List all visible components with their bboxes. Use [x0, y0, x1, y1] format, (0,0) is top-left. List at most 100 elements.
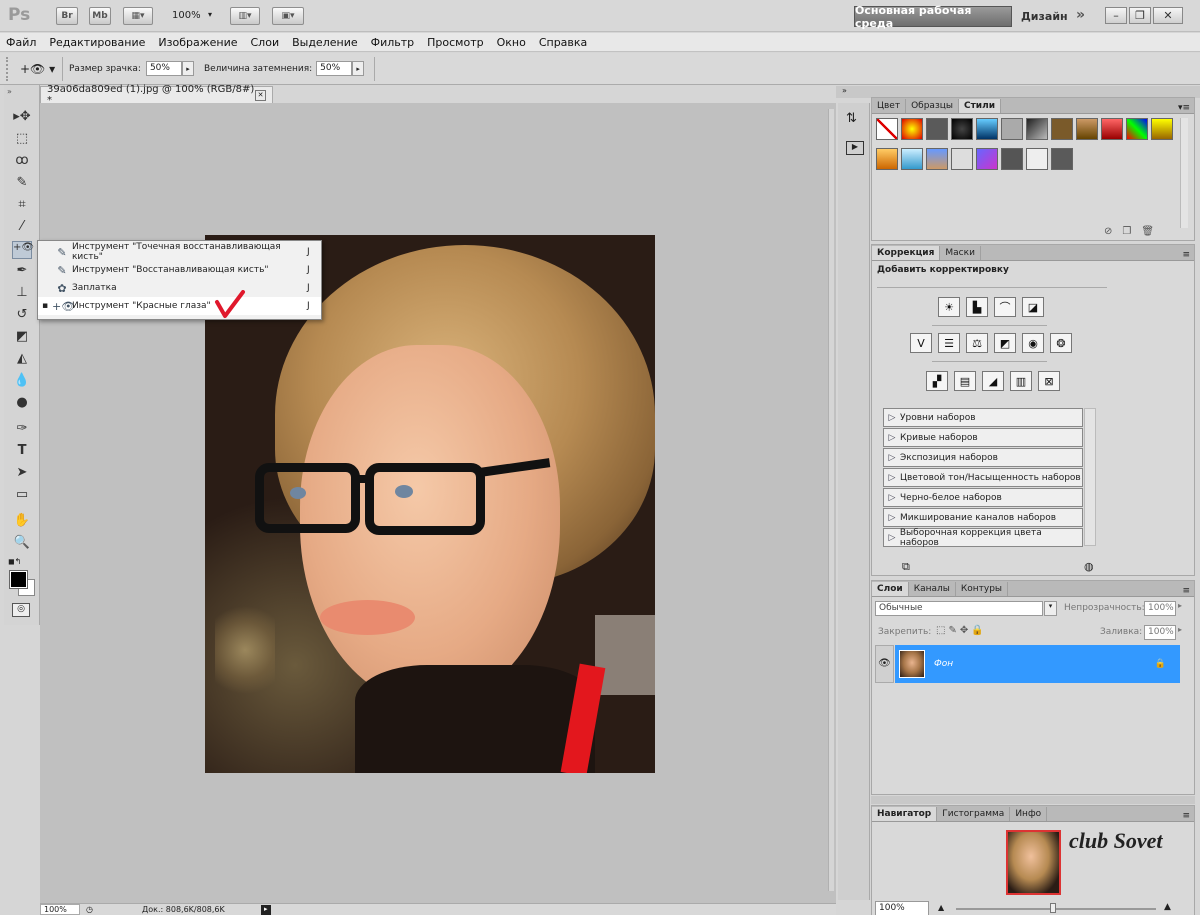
mini-bridge-button[interactable]: Mb [89, 7, 111, 25]
clone-stamp-tool-icon[interactable]: ⊥ [12, 285, 32, 303]
preset-curves[interactable]: ▷ Кривые наборов [883, 428, 1083, 447]
crop-tool-icon[interactable]: ⌗ [12, 197, 32, 215]
zoom-tool-icon[interactable]: 🔍 [12, 535, 32, 553]
flyout-item-red-eye[interactable]: ▪ +👁 Инструмент "Красные глаза" J [38, 297, 321, 315]
style-swatch[interactable] [951, 118, 973, 140]
presets-scrollbar[interactable] [1084, 408, 1096, 546]
eraser-tool-icon[interactable]: ◩ [12, 329, 32, 347]
zoom-dropdown-icon[interactable]: ▾ [208, 10, 212, 19]
preset-channel-mixer[interactable]: ▷ Микширование каналов наборов [883, 508, 1083, 527]
opacity-input[interactable]: 100% [1144, 601, 1176, 616]
style-swatch[interactable] [901, 147, 923, 170]
brightness-contrast-icon[interactable]: ☀ [938, 297, 960, 317]
channel-mixer-icon[interactable]: ❂ [1050, 333, 1072, 353]
tab-histogram[interactable]: Гистограмма [937, 807, 1011, 821]
curves-icon[interactable]: ⌒ [994, 297, 1016, 317]
tab-color[interactable]: Цвет [872, 99, 907, 113]
default-colors-icon[interactable]: ◼↰ [8, 557, 21, 566]
more-workspaces-button[interactable]: » [1076, 7, 1085, 23]
style-swatch[interactable] [1051, 147, 1073, 170]
menu-edit[interactable]: Редактирование [49, 36, 145, 49]
arrange-documents-button[interactable]: ▥▾ [230, 7, 260, 25]
tab-paths[interactable]: Контуры [956, 582, 1009, 596]
flyout-item-patch[interactable]: ✿ Заплатка J [38, 279, 321, 297]
tab-navigator[interactable]: Навигатор [872, 807, 938, 821]
adjustment-layers-icon[interactable]: ◍ [1084, 560, 1094, 573]
style-swatch[interactable] [1026, 147, 1048, 170]
style-swatch[interactable] [926, 147, 948, 170]
gradient-map-icon[interactable]: ▥ [1010, 371, 1032, 391]
blend-mode-select[interactable]: Обычные [875, 601, 1043, 616]
quick-mask-icon[interactable]: ◎ [12, 603, 30, 617]
pupil-size-input[interactable]: 50% [145, 61, 182, 76]
minimize-button[interactable]: – [1105, 7, 1127, 24]
adjustments-panel-menu-icon[interactable]: ≡ [1182, 250, 1194, 260]
zoom-out-icon[interactable]: ▲ [938, 903, 944, 912]
navigator-zoom-input[interactable]: 100% [875, 901, 929, 915]
lock-icons[interactable]: ⬚✎✥🔒 [936, 625, 987, 636]
blend-mode-dropdown-icon[interactable]: ▾ [1044, 601, 1057, 616]
style-swatch[interactable] [951, 147, 973, 170]
style-swatch[interactable] [1151, 118, 1173, 140]
style-swatch[interactable] [926, 118, 948, 140]
dodge-tool-icon[interactable]: ● [12, 395, 32, 413]
options-grip[interactable] [6, 56, 14, 81]
status-info-icon[interactable]: ◷ [86, 905, 98, 914]
preset-selective-color[interactable]: ▷ Выборочная коррекция цвета наборов [883, 528, 1083, 548]
close-document-icon[interactable]: ✕ [255, 89, 266, 101]
blur-tool-icon[interactable]: 💧 [12, 373, 32, 391]
zoom-level-menu[interactable]: 100% [172, 10, 201, 21]
screen-mode-button[interactable]: ▣▾ [272, 7, 304, 25]
tool-preset-picker[interactable]: +👁 ▾ [20, 62, 56, 76]
vibrance-icon[interactable]: V [910, 333, 932, 353]
eyedropper-tool-icon[interactable]: ⁄ [12, 219, 32, 237]
adjustment-clip-icon[interactable]: ⧉ [902, 560, 910, 574]
vertical-scrollbar[interactable] [828, 109, 834, 891]
exposure-icon[interactable]: ◪ [1022, 297, 1044, 317]
menu-help[interactable]: Справка [539, 36, 587, 49]
zoom-slider-track[interactable] [956, 908, 1156, 910]
styles-scrollbar[interactable] [1180, 118, 1188, 228]
rectangle-tool-icon[interactable]: ▭ [12, 487, 32, 505]
path-selection-tool-icon[interactable]: ➤ [12, 465, 32, 483]
restore-button[interactable]: ❐ [1129, 7, 1151, 24]
collapse-toolbox-icon[interactable]: » [7, 87, 12, 96]
threshold-icon[interactable]: ◢ [982, 371, 1004, 391]
move-tool-icon[interactable]: ▸✥ [12, 109, 32, 127]
preset-hue-saturation[interactable]: ▷ Цветовой тон/Насыщенность наборов [883, 468, 1083, 487]
style-swatch[interactable] [1001, 118, 1023, 140]
flyout-item-spot-healing[interactable]: ✎ Инструмент "Точечная восстанавливающая… [38, 242, 321, 262]
style-swatch[interactable] [1051, 118, 1073, 140]
color-balance-icon[interactable]: ⚖ [966, 333, 988, 353]
black-white-icon[interactable]: ◩ [994, 333, 1016, 353]
levels-icon[interactable]: ▙ [966, 297, 988, 317]
tab-adjustments[interactable]: Коррекция [872, 246, 941, 260]
tab-info[interactable]: Инфо [1010, 807, 1048, 821]
fill-arrow-icon[interactable]: ▸ [1178, 625, 1182, 634]
style-swatch[interactable] [1076, 118, 1098, 140]
style-swatch[interactable] [976, 118, 998, 140]
tab-swatches[interactable]: Образцы [906, 99, 959, 113]
lasso-tool-icon[interactable]: ꝏ [12, 153, 32, 171]
style-swatch[interactable] [876, 118, 898, 140]
bridge-button[interactable]: Br [56, 7, 78, 25]
invert-icon[interactable]: ▞ [926, 371, 948, 391]
tab-layers[interactable]: Слои [872, 582, 909, 596]
layers-panel-menu-icon[interactable]: ≡ [1182, 586, 1194, 596]
style-swatch[interactable] [1026, 118, 1048, 140]
paint-bucket-tool-icon[interactable]: ◭ [12, 351, 32, 369]
workspace-essentials-button[interactable]: Основная рабочая среда [854, 4, 1012, 30]
menu-window[interactable]: Окно [497, 36, 526, 49]
foreground-color-swatch[interactable] [9, 570, 28, 589]
hue-saturation-icon[interactable]: ☰ [938, 333, 960, 353]
tab-styles[interactable]: Стили [958, 99, 1001, 113]
menu-view[interactable]: Просмотр [427, 36, 483, 49]
close-window-button[interactable]: ✕ [1153, 7, 1183, 24]
style-swatch[interactable] [1101, 118, 1123, 140]
marquee-tool-icon[interactable]: ⬚ [12, 131, 32, 149]
style-swatch[interactable] [901, 118, 923, 140]
darken-amount-arrow-icon[interactable]: ▸ [352, 61, 365, 76]
flyout-item-healing-brush[interactable]: ✎ Инструмент "Восстанавливающая кисть" J [38, 261, 321, 279]
layer-row-background[interactable]: Фон 🔒 [895, 645, 1180, 683]
actions-panel-icon[interactable]: ▶ [846, 141, 864, 155]
